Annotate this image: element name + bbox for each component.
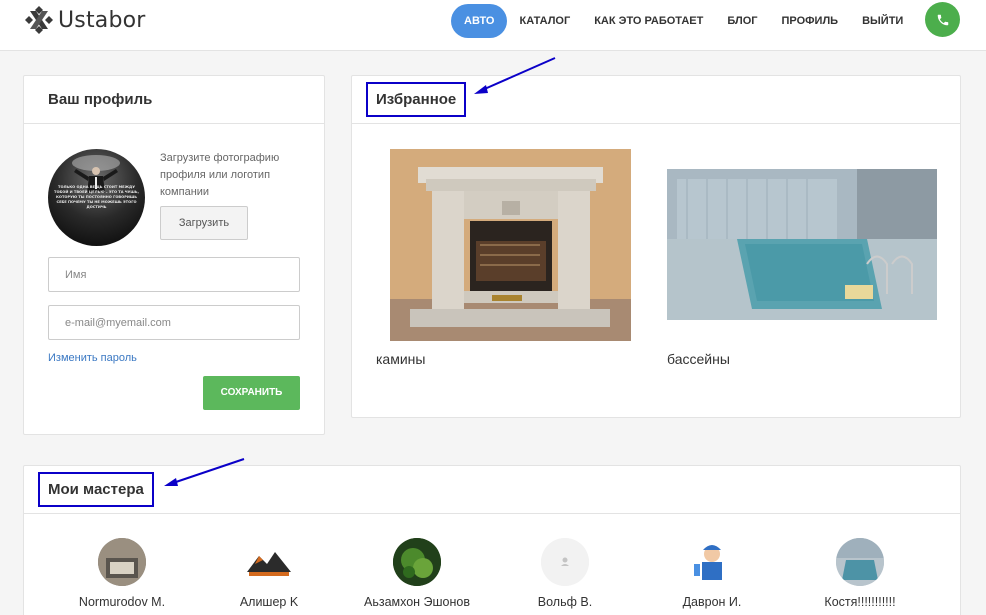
master-card[interactable]: Костя!!!!!!!!!!! xyxy=(800,538,920,609)
masters-title: Мои мастера xyxy=(38,472,154,507)
pool-image xyxy=(667,169,937,320)
logo[interactable]: Ustabor xyxy=(24,5,146,35)
logo-icon xyxy=(25,6,53,34)
master-name: Аьзамхон Эшонов xyxy=(363,595,471,609)
master-name: Normurodov M. xyxy=(78,595,166,609)
master-name: Костя!!!!!!!!!!! xyxy=(824,595,896,609)
header: Ustabor АВТО КАТАЛОГ КАК ЭТО РАБОТАЕТ БЛ… xyxy=(0,0,986,51)
phone-icon xyxy=(937,14,948,25)
favorites-panel-header: Избранное xyxy=(352,76,960,124)
annotation-arrow xyxy=(164,458,245,486)
nav-item-catalog[interactable]: КАТАЛОГ xyxy=(507,4,582,38)
upload-hint: Загрузите фотографию профиля или логотип… xyxy=(160,152,280,198)
master-card[interactable]: Normurodov M. xyxy=(62,538,182,609)
avatar xyxy=(245,538,293,586)
avatar xyxy=(688,538,736,586)
nav-item-blog[interactable]: БЛОГ xyxy=(715,4,769,38)
master-card[interactable]: Аьзамхон Эшонов xyxy=(357,538,477,609)
avatar xyxy=(98,538,146,586)
fireplace-image xyxy=(390,149,631,341)
profile-panel-header: Ваш профиль xyxy=(24,76,324,124)
name-input[interactable] xyxy=(48,257,300,292)
profile-panel: Ваш профиль ТОЛЬКО ОДНА ВЕЩЬ СТОИТ МЕЖДУ… xyxy=(23,75,325,435)
avatar xyxy=(541,538,589,586)
nav-item-auto[interactable]: АВТО xyxy=(451,4,508,38)
avatar xyxy=(393,538,441,586)
phone-button[interactable] xyxy=(925,2,960,37)
avatar xyxy=(836,538,884,586)
upload-button[interactable]: Загрузить xyxy=(160,206,248,240)
master-card[interactable]: Алишер K xyxy=(209,538,329,609)
master-card[interactable]: Вольф В. xyxy=(505,538,625,609)
master-name: Вольф В. xyxy=(537,595,593,609)
avatar-caption: ТОЛЬКО ОДНА ВЕЩЬ СТОИТ МЕЖДУ ТОБОЙ И ТВО… xyxy=(54,185,139,209)
master-name: Алишер K xyxy=(239,595,299,609)
favorite-label-fireplaces[interactable]: камины xyxy=(376,351,425,367)
favorites-panel: Избранное камины бассейны xyxy=(351,75,961,418)
nav-item-logout[interactable]: ВЫЙТИ xyxy=(850,4,915,38)
user-icon xyxy=(541,538,589,586)
favorites-title: Избранное xyxy=(366,82,467,117)
nav-item-profile[interactable]: ПРОФИЛЬ xyxy=(770,4,851,38)
nav-item-how-it-works[interactable]: КАК ЭТО РАБОТАЕТ xyxy=(582,4,715,38)
email-input[interactable] xyxy=(48,305,300,340)
profile-avatar[interactable]: ТОЛЬКО ОДНА ВЕЩЬ СТОИТ МЕЖДУ ТОБОЙ И ТВО… xyxy=(48,149,145,246)
change-password-link[interactable]: Изменить пароль xyxy=(48,352,137,364)
save-button[interactable]: СОХРАНИТЬ xyxy=(203,376,300,410)
brand-name: Ustabor xyxy=(58,7,146,33)
master-card[interactable]: Даврон И. xyxy=(652,538,772,609)
favorite-label-pools[interactable]: бассейны xyxy=(667,351,730,367)
annotation-arrow xyxy=(474,57,556,94)
profile-title: Ваш профиль xyxy=(48,91,153,108)
main-nav: АВТО КАТАЛОГ КАК ЭТО РАБОТАЕТ БЛОГ ПРОФИ… xyxy=(451,4,915,38)
favorite-image-fireplaces[interactable] xyxy=(390,149,631,341)
master-name: Даврон И. xyxy=(682,595,742,609)
favorite-image-pools[interactable] xyxy=(667,169,937,320)
